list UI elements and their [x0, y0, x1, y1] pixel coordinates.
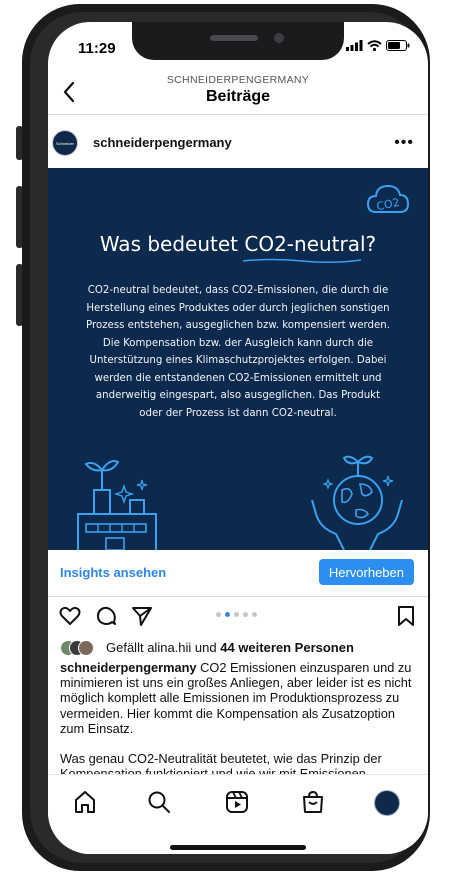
title-underline — [242, 258, 362, 264]
account-label: SCHNEIDERPENGERMANY — [166, 74, 310, 86]
caption-paragraph: schneiderpengermany CO2 Emissionen einzu… — [60, 660, 420, 736]
likes-text: Gefällt alina.hii und 44 weiteren Person… — [106, 640, 354, 655]
carousel-dot — [243, 612, 248, 617]
factory-icon — [77, 460, 157, 550]
co2-badge-text: CO2 — [375, 196, 401, 214]
caption-username[interactable]: schneiderpengermany — [60, 660, 197, 675]
liker-avatar — [78, 640, 94, 656]
battery-icon — [386, 40, 410, 51]
notch — [132, 22, 344, 60]
post-actions — [48, 596, 428, 638]
status-time: 11:29 — [78, 40, 116, 57]
post-image[interactable]: CO2 Was bedeutet CO2-neutral? CO2-neutra… — [48, 168, 428, 550]
post-image-body: CO2-neutral bedeutet, dass CO2-Emissione… — [86, 285, 390, 419]
post-header: Schneider schneiderpengermany ••• — [48, 122, 428, 166]
insights-bar: Insights ansehen Hervorheben — [48, 550, 428, 596]
comment-icon[interactable] — [94, 604, 118, 628]
likes-prefix: Gefällt — [106, 640, 144, 655]
page-title: Beiträge — [205, 88, 271, 105]
highlight-button[interactable]: Hervorheben — [318, 559, 414, 585]
post-avatar[interactable]: Schneider — [52, 130, 78, 156]
co2-cloud-icon: CO2 — [366, 184, 410, 214]
avatar-text: Schneider — [55, 140, 74, 146]
home-icon[interactable] — [72, 789, 98, 815]
more-options-icon[interactable]: ••• — [394, 134, 414, 152]
wifi-icon — [367, 40, 382, 51]
liker-avatars — [60, 640, 104, 656]
home-indicator — [170, 845, 306, 850]
carousel-dots — [216, 612, 257, 617]
bookmark-icon[interactable] — [394, 604, 418, 628]
carousel-dot-active — [225, 612, 230, 617]
signal-icon — [346, 40, 363, 51]
speaker — [210, 35, 258, 41]
heart-icon[interactable] — [58, 604, 82, 628]
profile-avatar[interactable] — [374, 790, 400, 816]
status-icons — [346, 40, 410, 51]
shop-icon[interactable] — [300, 789, 326, 815]
header: SCHNEIDERPENGERMANY Beiträge — [48, 72, 428, 114]
reels-icon[interactable] — [224, 789, 250, 815]
carousel-dot — [216, 612, 221, 617]
carousel-dot — [252, 612, 257, 617]
share-icon[interactable] — [130, 604, 154, 628]
post-username[interactable]: schneiderpengermany — [93, 135, 232, 150]
likes-middle: und — [194, 640, 217, 655]
bottom-nav — [48, 774, 428, 854]
search-icon[interactable] — [146, 789, 172, 815]
phone-screen: 11:29 SCHNEIDERPENGERMANY Beiträge Schne… — [48, 22, 428, 854]
header-divider — [48, 114, 428, 115]
post-image-title: Was bedeutet CO2-neutral? — [99, 232, 377, 256]
likes-row[interactable]: Gefällt alina.hii und 44 weiteren Person… — [60, 638, 420, 656]
likes-user[interactable]: alina.hii — [147, 640, 191, 655]
front-camera — [274, 33, 284, 43]
carousel-dot — [234, 612, 239, 617]
insights-link[interactable]: Insights ansehen — [60, 565, 166, 580]
likes-others[interactable]: 44 weiteren Personen — [220, 640, 354, 655]
globe-hands-icon — [311, 455, 403, 550]
